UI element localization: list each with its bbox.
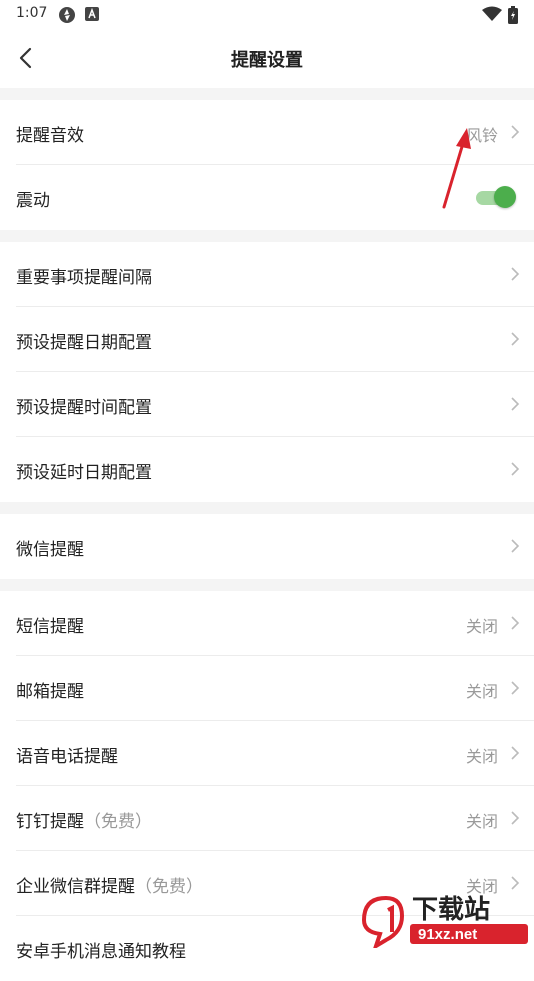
row-email[interactable]: 邮箱提醒 关闭 (16, 656, 534, 721)
row-label: 震动 (16, 191, 50, 211)
row-sms[interactable]: 短信提醒 关闭 (16, 591, 534, 656)
site-watermark-logo: 下载站 91xz.net (361, 894, 528, 948)
row-preset-date[interactable]: 预设提醒日期配置 (16, 307, 534, 372)
row-label: 企业微信群提醒（免费） (16, 872, 203, 897)
row-label-main: 企业微信群提醒 (16, 877, 135, 897)
app-notification-icon (85, 7, 99, 21)
page-title: 提醒设置 (231, 50, 303, 71)
row-label: 短信提醒 (16, 617, 84, 637)
row-label: 重要事项提醒间隔 (16, 268, 152, 288)
chevron-right-icon (511, 125, 520, 139)
row-label: 预设提醒时间配置 (16, 398, 152, 418)
row-label: 预设提醒日期配置 (16, 333, 152, 353)
row-value: 关闭 (465, 617, 498, 636)
row-important-interval[interactable]: 重要事项提醒间隔 (16, 242, 534, 307)
row-vibration: 震动 (16, 165, 534, 230)
row-value: 风铃 (465, 126, 498, 145)
chevron-right-icon (511, 462, 520, 476)
row-label-sub: （免费） (84, 812, 152, 832)
row-preset-delay[interactable]: 预设延时日期配置 (16, 437, 534, 502)
row-label: 微信提醒 (16, 540, 84, 560)
watermark-text-url: 91xz.net (418, 926, 477, 943)
row-value: 关闭 (465, 747, 498, 766)
chevron-right-icon (511, 397, 520, 411)
wifi-icon (482, 6, 502, 21)
chevron-right-icon (511, 811, 520, 825)
row-label: 预设延时日期配置 (16, 463, 152, 483)
status-time: 1:07 (16, 5, 48, 21)
row-label: 邮箱提醒 (16, 682, 84, 702)
watermark-text-cn: 下载站 (412, 894, 490, 924)
chevron-right-icon (511, 267, 520, 281)
app-bar: 提醒设置 (0, 28, 534, 88)
status-bar: 1:07 (0, 0, 534, 28)
chevron-right-icon (511, 332, 520, 346)
sound-group: 提醒音效 风铃 震动 (0, 100, 534, 230)
row-label: 语音电话提醒 (16, 747, 118, 767)
row-label-sub: （免费） (135, 877, 203, 897)
chevron-right-icon (511, 681, 520, 695)
row-sound-effect[interactable]: 提醒音效 风铃 (16, 100, 534, 165)
battery-icon (508, 6, 518, 24)
row-voice-call[interactable]: 语音电话提醒 关闭 (16, 721, 534, 786)
sync-app-icon (59, 7, 75, 23)
toggle-knob (494, 186, 516, 208)
row-label: 提醒音效 (16, 126, 84, 146)
row-label: 钉钉提醒（免费） (16, 807, 152, 832)
vibration-toggle[interactable] (476, 186, 516, 208)
chevron-right-icon (511, 616, 520, 630)
row-dingtalk[interactable]: 钉钉提醒（免费） 关闭 (16, 786, 534, 851)
row-wechat[interactable]: 微信提醒 (16, 514, 534, 579)
chevron-right-icon (511, 539, 520, 553)
row-preset-time[interactable]: 预设提醒时间配置 (16, 372, 534, 437)
row-label-main: 钉钉提醒 (16, 812, 84, 832)
chevron-right-icon (511, 746, 520, 760)
row-value: 关闭 (465, 682, 498, 701)
row-value: 关闭 (465, 812, 498, 831)
preset-group: 重要事项提醒间隔 预设提醒日期配置 预设提醒时间配置 预设延时日期配置 (0, 242, 534, 502)
wechat-group: 微信提醒 (0, 514, 534, 579)
